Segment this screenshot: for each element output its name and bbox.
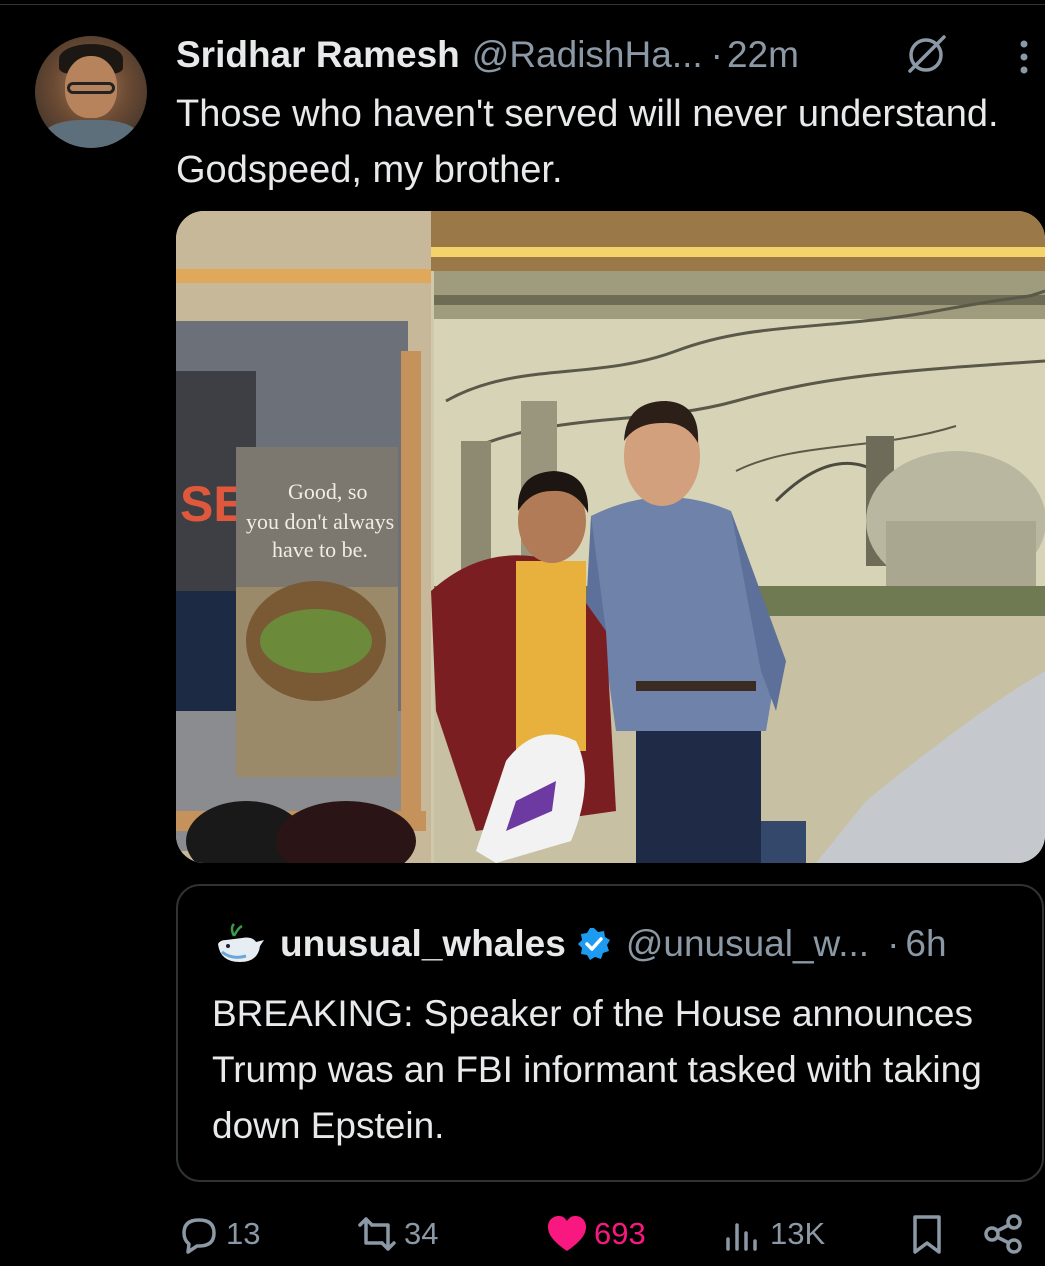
separator-dot: · [887, 923, 900, 964]
quoted-tweet-text: BREAKING: Speaker of the House announces… [212, 993, 982, 1146]
tweet-text: Those who haven't served will never unde… [176, 93, 999, 191]
reply-button[interactable]: 13 [176, 1206, 260, 1262]
tweet-header: Sridhar Ramesh @RadishHa... · 22m [176, 30, 799, 80]
bookmark-button[interactable] [904, 1206, 950, 1262]
poster-text: Good, so [288, 479, 367, 504]
poster-text: you don't always [246, 509, 394, 534]
like-count: 693 [594, 1216, 646, 1251]
views-button[interactable]: 13K [720, 1206, 825, 1262]
author-handle[interactable]: @RadishHa... [472, 34, 703, 76]
quoted-tweet-header: unusual_whales @unusual_w... · 6h [212, 922, 947, 966]
views-count: 13K [770, 1216, 826, 1251]
tweet-time[interactable]: 22m [727, 34, 799, 76]
mute-icon[interactable] [904, 33, 948, 77]
share-icon [984, 1214, 1022, 1254]
author-name[interactable]: Sridhar Ramesh [176, 34, 460, 76]
action-bar: 13 34 693 13K [0, 1206, 1045, 1262]
whale-icon[interactable] [212, 922, 266, 966]
verified-icon [577, 928, 610, 960]
share-button[interactable] [980, 1206, 1026, 1262]
divider [0, 4, 1045, 5]
like-button[interactable]: 693 [544, 1206, 646, 1262]
poster-text: have to be. [272, 537, 368, 562]
like-icon [548, 1216, 586, 1251]
avatar[interactable] [35, 36, 147, 148]
reply-icon [182, 1218, 216, 1254]
quoted-author-name[interactable]: unusual_whales [280, 923, 566, 965]
tweet-photo[interactable]: SE Good, so you don't always have to be. [176, 211, 1045, 863]
bookmark-icon [913, 1215, 941, 1254]
repost-count: 34 [404, 1216, 439, 1251]
quoted-tweet[interactable]: unusual_whales @unusual_w... · 6h BREAKI… [176, 884, 1044, 1182]
reply-count: 13 [226, 1216, 261, 1251]
quoted-tweet-time[interactable]: 6h [905, 923, 946, 965]
more-icon[interactable] [1010, 38, 1038, 78]
separator-dot: · [710, 34, 723, 75]
repost-icon [358, 1217, 396, 1251]
quoted-author-handle[interactable]: @unusual_w... [626, 923, 869, 965]
repost-button[interactable]: 34 [354, 1206, 438, 1262]
views-icon [726, 1223, 757, 1251]
